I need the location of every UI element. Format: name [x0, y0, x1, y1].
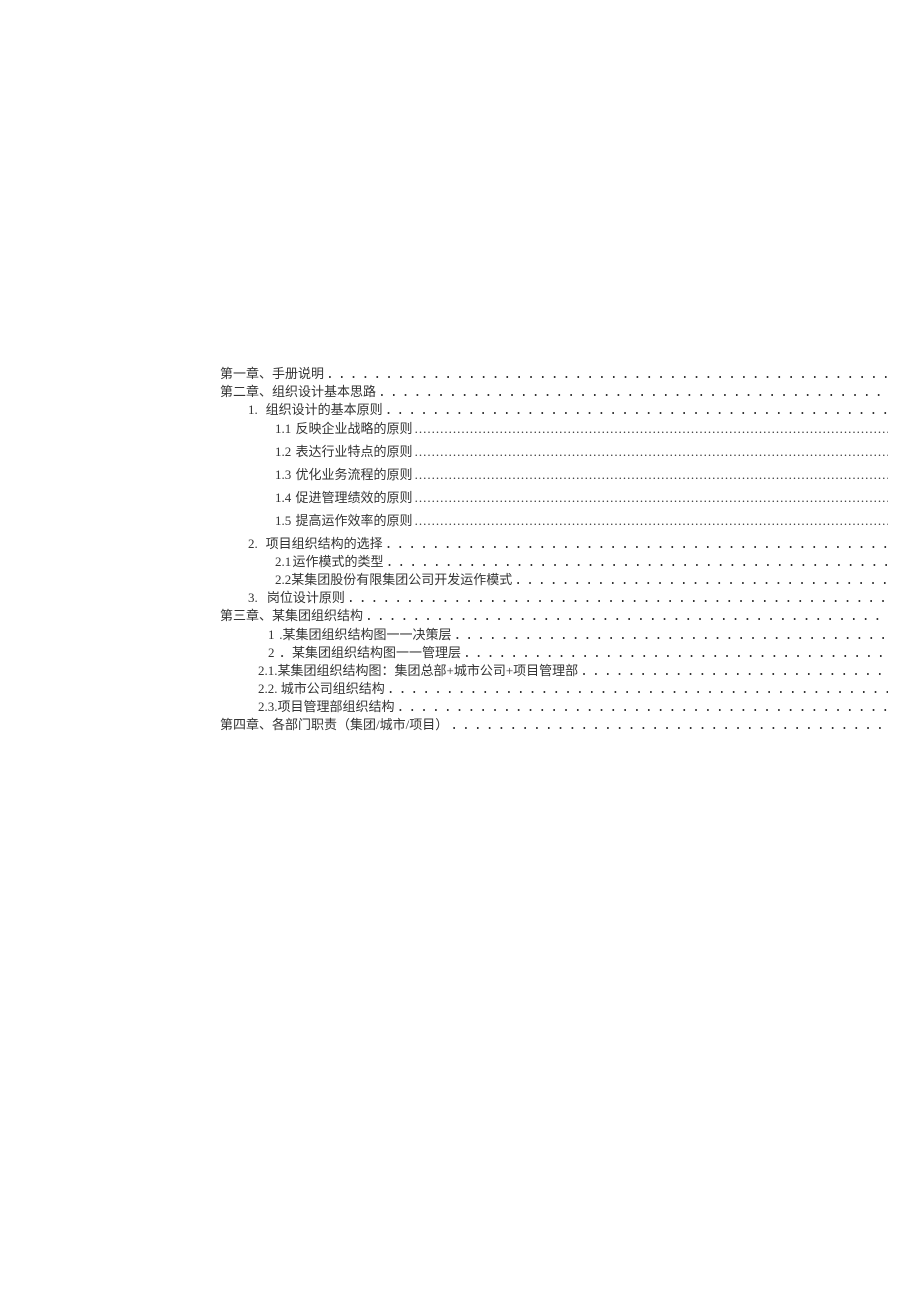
toc-entry: 2.2某集团股份有限集团公司开发运作模式....................… [220, 571, 890, 589]
toc-dot-leader: ........................................… [415, 443, 888, 461]
toc-entry: 1.3优化业务流程的原则............................… [220, 466, 890, 489]
toc-entry-number: 1.3 [275, 466, 296, 484]
toc-entry-number: 2 [268, 644, 279, 662]
toc-entry: 1.某集团组织结构图一一决策层.........................… [220, 626, 890, 644]
toc-entry-number: 1.5 [275, 512, 296, 530]
toc-entry: 1.组织设计的基本原则.............................… [220, 401, 890, 419]
toc-entry-title: 运作模式的类型 [293, 553, 384, 571]
toc-dot-leader: ........................................… [450, 717, 888, 735]
toc-entry: 1.4促进管理绩效的原则............................… [220, 489, 890, 512]
toc-entry-title: 第二章、组织设计基本思路 [220, 383, 376, 401]
toc-dot-leader: ........................................… [347, 590, 888, 608]
toc-dot-leader: ........................................… [386, 554, 888, 572]
toc-dot-leader: ........................................… [397, 699, 888, 717]
toc-entry-title: 组织设计的基本原则 [266, 401, 383, 419]
toc-entry: 2.1运作模式的类型..............................… [220, 553, 890, 571]
toc-dot-leader: ........................................… [385, 402, 888, 420]
toc-dot-leader: ........................................… [415, 466, 888, 484]
toc-dot-leader: ........................................… [415, 512, 888, 530]
toc-entry: 3.岗位设计原则................................… [220, 589, 890, 607]
toc-entry-number: 2.1 [275, 553, 293, 571]
toc-entry-title: .某集团组织结构图一一决策层 [279, 626, 451, 644]
toc-entry: 第三章、某集团组织结构.............................… [220, 607, 890, 625]
toc-entry: 第二章、组织设计基本思路............................… [220, 383, 890, 401]
toc-entry-number: 1 [268, 626, 279, 644]
toc-dot-leader: ........................................… [378, 384, 888, 402]
toc-dot-leader: ........................................… [514, 572, 888, 590]
toc-entry-title: 提高运作效率的原则 [296, 512, 413, 530]
toc-entry-title: 反映企业战略的原则 [296, 420, 413, 438]
toc-dot-leader: ........................................… [415, 489, 888, 507]
toc-entry-title: 2.3.项目管理部组织结构 [258, 698, 395, 716]
toc-entry: 2.1.某集团组织结构图：集团总部+城市公司+项目管理部............… [220, 662, 890, 680]
toc-entry-title: 2.1.某集团组织结构图：集团总部+城市公司+项目管理部 [258, 662, 578, 680]
toc-dot-leader: ........................................… [365, 608, 888, 626]
toc-entry-number: 2.2 [275, 571, 291, 589]
toc-entry: 1.5提高运作效率的原则............................… [220, 512, 890, 535]
toc-entry-title: 促进管理绩效的原则 [296, 489, 413, 507]
toc-entry-number: 1.2 [275, 443, 296, 461]
toc-entry-title: 优化业务流程的原则 [296, 466, 413, 484]
toc-entry-title: 表达行业特点的原则 [296, 443, 413, 461]
toc-entry-number: 1.1 [275, 420, 296, 438]
toc-entry: 2．某集团组织结构图一一管理层.........................… [220, 644, 890, 662]
toc-entry: 第四章、各部门职责（集团/城市/项目）.....................… [220, 716, 890, 734]
toc-entry-title: 岗位设计原则 [267, 589, 345, 607]
toc-entry-title: 项目组织结构的选择 [266, 535, 383, 553]
toc-entry-number: 2. [248, 535, 266, 553]
toc-entry-number: 1.4 [275, 489, 296, 507]
toc-entry-title: ．某集团组织结构图一一管理层 [279, 644, 461, 662]
toc-dot-leader: ........................................… [326, 366, 888, 384]
toc-dot-leader: ........................................… [415, 420, 888, 438]
toc-dot-leader: ........................................… [387, 681, 888, 699]
toc-entry-title: 第三章、某集团组织结构 [220, 607, 363, 625]
toc-entry-title: 第四章、各部门职责（集团/城市/项目） [220, 716, 448, 734]
table-of-contents: 第一章、手册说明................................… [220, 365, 890, 735]
toc-dot-leader: ........................................… [453, 627, 888, 645]
toc-entry: 2.2. 城市公司组织结构...........................… [220, 680, 890, 698]
toc-entry: 第一章、手册说明................................… [220, 365, 890, 383]
toc-dot-leader: ........................................… [385, 536, 888, 554]
toc-entry: 2.3.项目管理部组织结构...........................… [220, 698, 890, 716]
toc-entry-title: 2.2. 城市公司组织结构 [258, 680, 385, 698]
toc-entry: 1.2表达行业特点的原则............................… [220, 443, 890, 466]
toc-entry-number: 1. [248, 401, 266, 419]
toc-entry-title: 第一章、手册说明 [220, 365, 324, 383]
toc-entry-title: 某集团股份有限集团公司开发运作模式 [291, 571, 512, 589]
toc-entry: 1.1反映企业战略的原则............................… [220, 420, 890, 443]
toc-entry: 2.项目组织结构的选择.............................… [220, 535, 890, 553]
toc-dot-leader: ........................................… [463, 645, 888, 663]
toc-entry-number: 3. [248, 589, 267, 607]
toc-dot-leader: ........................................… [580, 663, 888, 681]
